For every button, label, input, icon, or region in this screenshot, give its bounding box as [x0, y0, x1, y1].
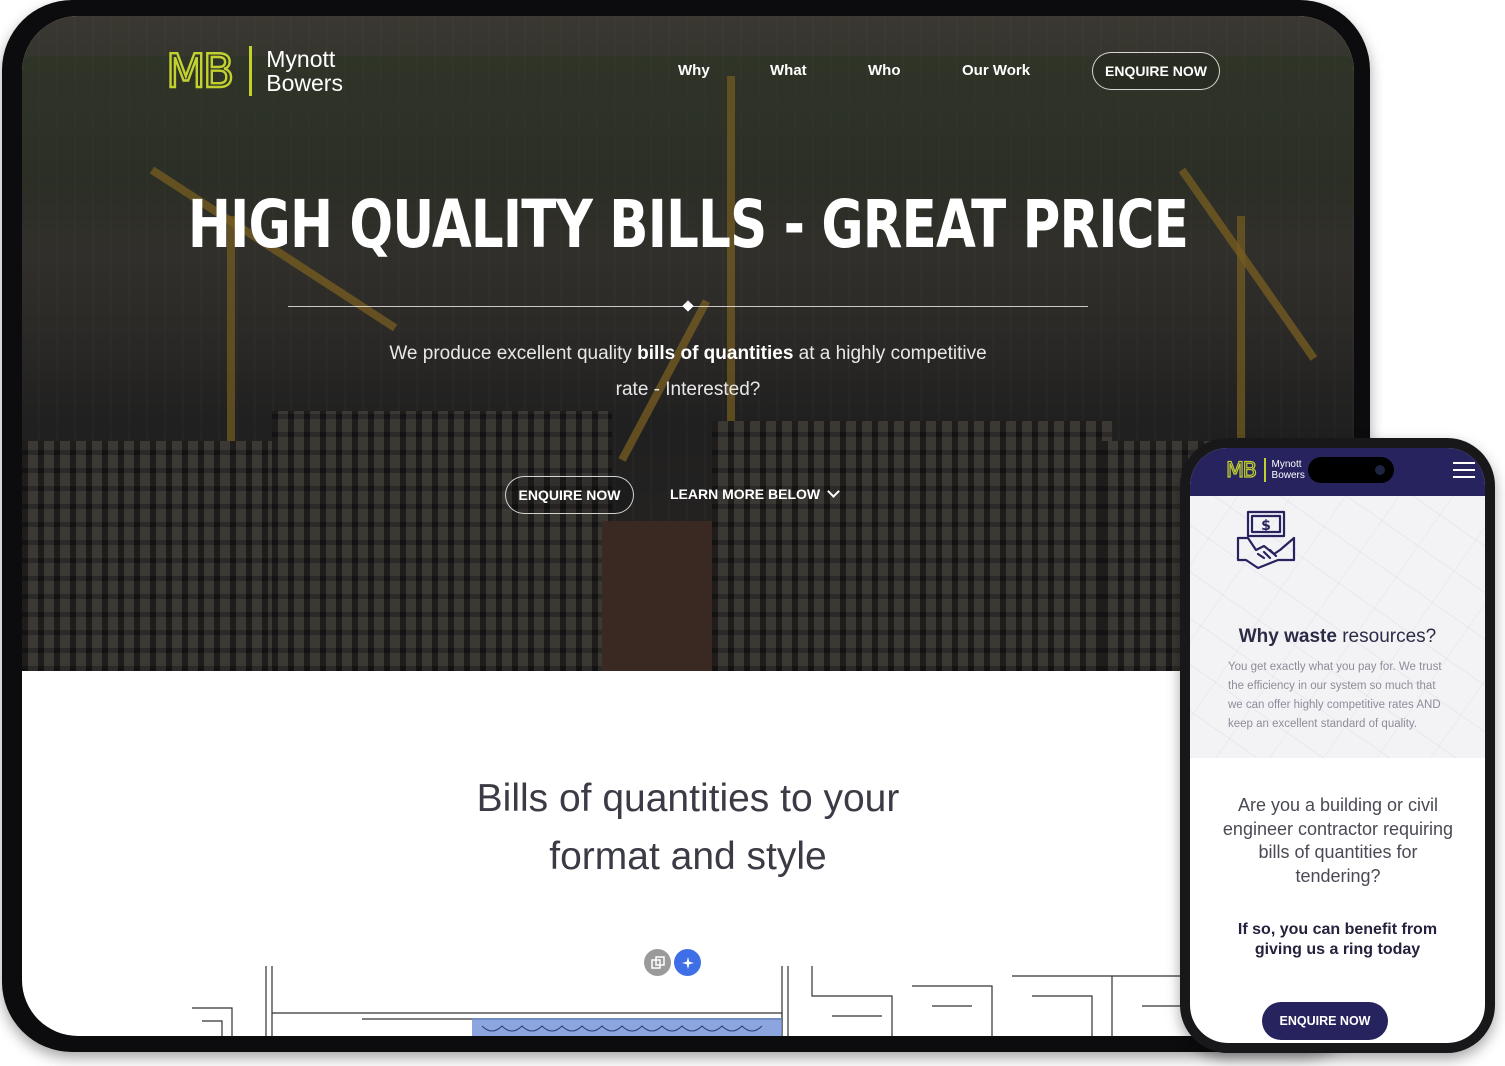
mobile-logo-line-1: Mynott — [1271, 459, 1302, 470]
site-logo[interactable]: MB Mynott Bowers — [165, 44, 343, 98]
section-heading: Bills of quantities to your format and s… — [22, 770, 1354, 886]
logo-line-2: Bowers — [266, 70, 343, 96]
logo-text: Mynott Bowers — [266, 47, 343, 95]
mobile-header: MB Mynott Bowers — [1190, 448, 1485, 496]
card-body: You get exactly what you pay for. We tru… — [1228, 661, 1442, 730]
logo-divider — [249, 46, 253, 96]
nav-link-who[interactable]: Who — [868, 62, 900, 79]
contractor-question: Are you a building or civil engineer con… — [1222, 795, 1454, 886]
card-title-bold: Why waste — [1238, 626, 1337, 647]
mobile-logo-text: Mynott Bowers — [1272, 459, 1305, 481]
cta-text: If so, you can benefit from giving us a … — [1237, 921, 1438, 958]
mobile-site-viewport: MB Mynott Bowers $ Why waste resources? Y… — [1190, 448, 1485, 1043]
learn-more-label: LEARN MORE BELOW — [670, 486, 821, 502]
section-heading-line-1: Bills of quantities to your — [476, 777, 900, 820]
nav-link-what[interactable]: What — [770, 62, 807, 79]
hero-subtitle: We produce excellent quality bills of qu… — [388, 336, 988, 408]
hero-enquire-button[interactable]: ENQUIRE NOW — [505, 476, 634, 514]
hero-subtitle-bold: bills of quantities — [637, 343, 794, 364]
floor-plan-image — [192, 966, 1192, 1036]
tablet-device-frame: MB Mynott Bowers Why What Who Our Work E… — [2, 0, 1370, 1052]
dynamic-island — [1308, 457, 1394, 483]
desktop-site-viewport: MB Mynott Bowers Why What Who Our Work E… — [22, 16, 1354, 1036]
logo-line-1: Mynott — [266, 46, 336, 72]
hero-title: HIGH QUALITY BILLS - GREAT PRICE — [187, 186, 1189, 263]
logo-mark: MB — [165, 44, 236, 98]
why-waste-card: $ Why waste resources? You get exactly w… — [1190, 496, 1485, 758]
card-title-rest: resources? — [1336, 626, 1437, 647]
mobile-logo-line-2: Bowers — [1271, 470, 1305, 481]
phone-device-frame: MB Mynott Bowers $ Why waste resources? Y… — [1180, 438, 1495, 1053]
mobile-logo[interactable]: MB Mynott Bowers — [1225, 457, 1305, 482]
mobile-enquire-button[interactable]: ENQUIRE NOW — [1262, 1002, 1388, 1040]
section-heading-line-2: format and style — [549, 835, 827, 878]
camera-icon — [1375, 465, 1385, 475]
hero-subtitle-pre: We produce excellent quality — [389, 343, 638, 364]
nav-link-why[interactable]: Why — [678, 62, 710, 79]
chevron-down-icon — [827, 485, 840, 498]
card-title: Why waste resources? — [1190, 626, 1485, 648]
mobile-logo-divider — [1263, 458, 1266, 482]
nav-enquire-button[interactable]: ENQUIRE NOW — [1092, 52, 1220, 90]
nav-link-our-work[interactable]: Our Work — [962, 62, 1030, 79]
hamburger-menu-icon[interactable] — [1453, 462, 1475, 483]
handshake-money-icon: $ — [1236, 510, 1296, 570]
mobile-logo-mark: MB — [1225, 457, 1257, 482]
learn-more-link[interactable]: LEARN MORE BELOW — [670, 485, 840, 502]
svg-text:$: $ — [1261, 518, 1271, 534]
